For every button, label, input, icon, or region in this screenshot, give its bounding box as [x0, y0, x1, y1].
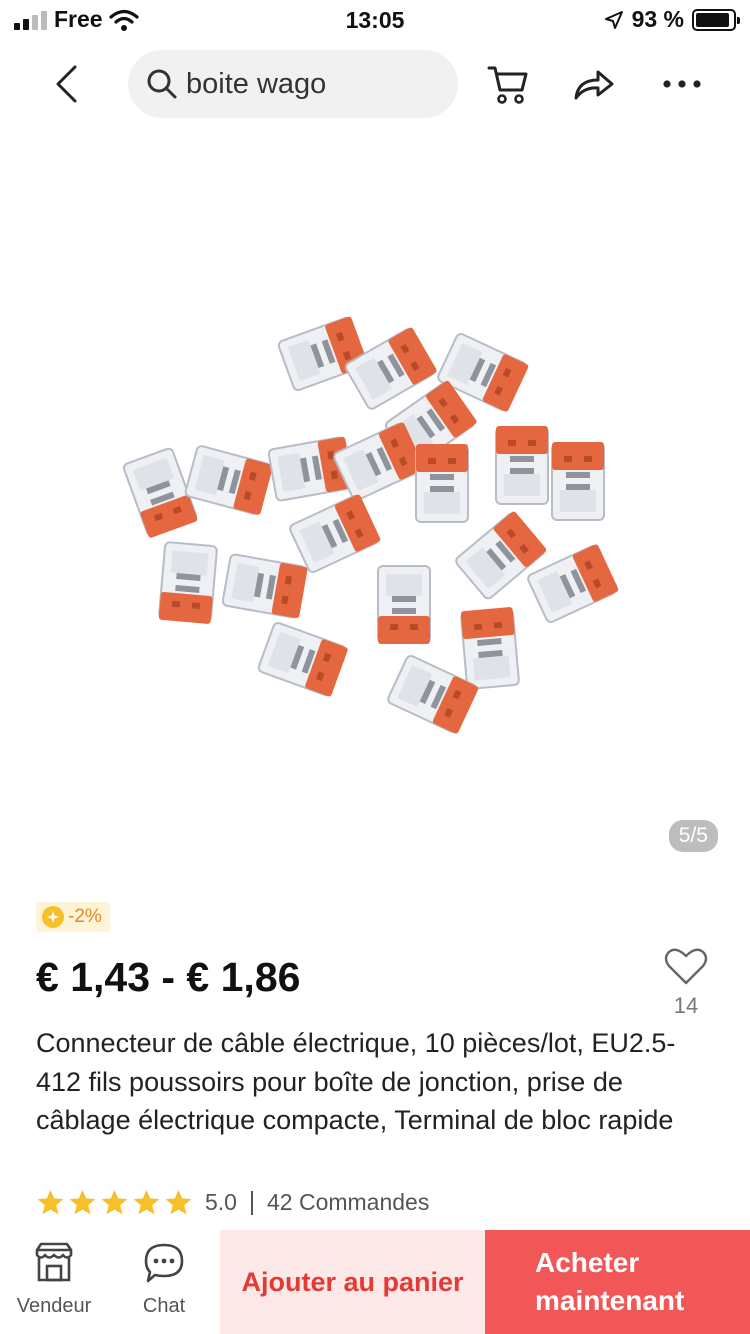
store-icon [35, 1242, 73, 1282]
product-title: Connecteur de câble électrique, 10 pièce… [36, 1028, 676, 1135]
rating-row[interactable]: 5.0 42 Commandes [36, 1188, 429, 1217]
search-query: boite wago [186, 67, 327, 100]
battery-percent: 93 % [631, 6, 684, 32]
rating-stars [36, 1188, 193, 1217]
add-to-cart-button[interactable]: Ajouter au panier [220, 1230, 485, 1334]
search-icon [147, 69, 177, 99]
cart-icon [487, 66, 528, 104]
chat-button[interactable]: Chat [114, 1242, 214, 1318]
search-bar[interactable]: boite wago [128, 50, 458, 118]
wishlist-count: 14 [673, 993, 699, 1018]
rating-separator [250, 1190, 253, 1215]
image-counter: 5/5 [668, 820, 718, 852]
wishlist-button[interactable]: 14 [656, 946, 716, 1019]
battery-icon [692, 8, 740, 31]
location-arrow-icon [604, 10, 623, 29]
top-nav: boite wago [0, 44, 750, 124]
buy-now-label: Acheter maintenant [535, 1247, 685, 1316]
discount-text: -2% [68, 906, 102, 927]
bottom-action-bar: Vendeur Chat Ajouter au panier Acheter m… [0, 1230, 750, 1334]
status-bar: Free 13:05 93 % [0, 0, 750, 42]
star-icon [69, 1189, 96, 1215]
seller-button[interactable]: Vendeur [4, 1242, 104, 1318]
star-icon [37, 1189, 64, 1215]
seller-label: Vendeur [16, 1295, 92, 1317]
product-image[interactable] [0, 124, 750, 880]
buy-now-button[interactable]: Acheter maintenant [485, 1230, 750, 1334]
heart-icon [664, 948, 708, 985]
star-icon [133, 1189, 160, 1215]
share-button[interactable] [568, 58, 620, 110]
star-icon [101, 1189, 128, 1215]
product-photo [121, 314, 621, 736]
orders-count: 42 Commandes [266, 1189, 430, 1215]
status-right: 93 % [604, 6, 740, 33]
discount-badge: -2% [36, 902, 110, 932]
share-icon [574, 70, 614, 100]
chevron-left-icon [56, 65, 77, 103]
chat-label: Chat [142, 1295, 186, 1317]
more-button[interactable] [656, 58, 708, 110]
cart-button[interactable] [482, 58, 534, 110]
coin-icon [42, 906, 64, 928]
more-icon [663, 80, 701, 88]
chat-icon [144, 1243, 184, 1283]
battery-level [696, 12, 730, 27]
back-button[interactable] [42, 60, 90, 108]
star-icon [165, 1189, 192, 1215]
rating-value: 5.0 [205, 1189, 237, 1215]
product-price: € 1,43 - € 1,86 [36, 954, 301, 1000]
